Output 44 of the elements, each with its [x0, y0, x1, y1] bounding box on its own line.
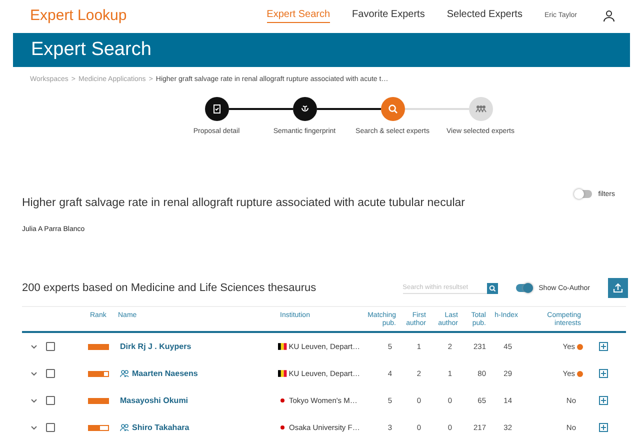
- add-button[interactable]: [599, 342, 608, 351]
- filters-toggle[interactable]: [575, 190, 592, 198]
- results-heading: 200 experts based on Medicine and Life Sciences thesaurus: [22, 282, 318, 294]
- page-title: Expert Search: [31, 39, 152, 62]
- expert-name[interactable]: Masayoshi Okumi: [116, 396, 278, 405]
- step-connector: [228, 108, 292, 110]
- add-button[interactable]: [599, 396, 608, 405]
- logo[interactable]: Expert Lookup: [30, 7, 267, 24]
- expert-name[interactable]: Dirk Rj J . Kuypers: [116, 342, 278, 351]
- nav-link[interactable]: Favorite Experts: [352, 8, 425, 23]
- add-button[interactable]: [599, 423, 608, 432]
- expert-name[interactable]: Maarten Naesens: [116, 369, 278, 378]
- step-connector: [404, 108, 468, 110]
- coauthor-toggle[interactable]: [516, 284, 533, 292]
- user-icon[interactable]: [603, 10, 615, 22]
- step-connector: [316, 108, 380, 110]
- search-icon[interactable]: [486, 282, 498, 294]
- row-checkbox[interactable]: [46, 396, 55, 405]
- step-circle[interactable]: [204, 97, 228, 121]
- chevron-icon[interactable]: [31, 426, 37, 430]
- document-icon: [212, 104, 222, 114]
- proposal-title: Higher graft salvage rate in renal allograft rupture associated with acute tubular necular: [22, 197, 466, 209]
- chevron-icon[interactable]: [31, 344, 37, 348]
- people-icon: [120, 370, 129, 377]
- row-checkbox[interactable]: [46, 423, 55, 432]
- flag-icon: [278, 343, 287, 350]
- chevron-icon[interactable]: [31, 398, 37, 402]
- nav-link[interactable]: Expert Search: [266, 8, 330, 23]
- expert-name[interactable]: Shiro Takahara: [116, 423, 278, 432]
- step-circle[interactable]: [292, 97, 316, 121]
- nav-link[interactable]: Selected Experts: [446, 8, 522, 23]
- fingerprint-icon: [300, 104, 310, 114]
- upload-icon: [613, 283, 623, 293]
- chevron-icon[interactable]: [31, 372, 37, 376]
- people-icon: [474, 104, 486, 114]
- add-button[interactable]: [599, 369, 608, 378]
- flag-icon: [278, 397, 287, 404]
- row-checkbox[interactable]: [46, 369, 55, 378]
- people-icon: [120, 424, 129, 431]
- flag-icon: [278, 424, 287, 431]
- row-checkbox[interactable]: [46, 342, 55, 351]
- upload-button[interactable]: [608, 278, 628, 298]
- search-icon: [388, 104, 398, 114]
- flag-icon: [278, 370, 287, 377]
